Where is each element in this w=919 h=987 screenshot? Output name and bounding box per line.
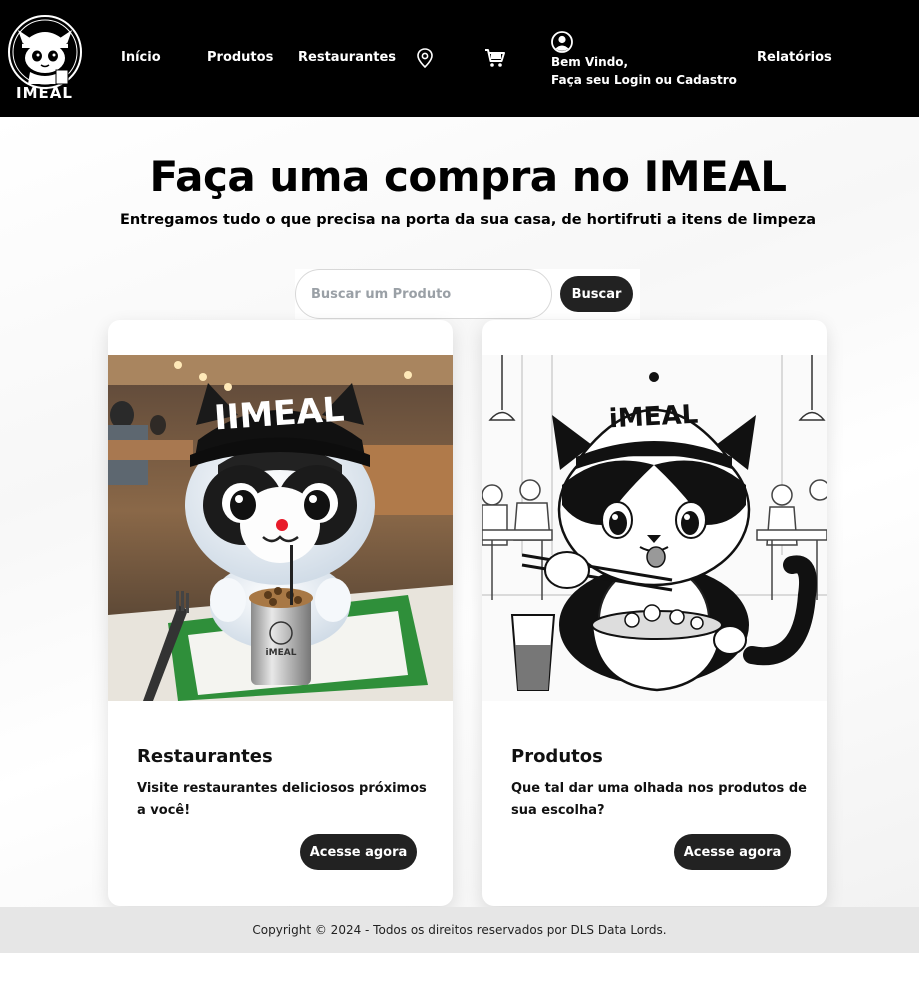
nav-produtos[interactable]: Produtos	[207, 50, 273, 65]
products-card-text: Que tal dar uma olhada nos produtos de s…	[511, 781, 807, 818]
search-button[interactable]: Buscar	[560, 276, 633, 312]
products-card-title: Produtos	[511, 746, 603, 767]
top-navbar: IMEAL Início Produtos Restaurantes Bem V…	[0, 0, 919, 117]
restaurants-card-text: Visite restaurantes deliciosos próximos …	[137, 781, 427, 818]
welcome-line-1: Bem Vindo,	[551, 55, 629, 69]
footer: Copyright © 2024 - Todos os direitos res…	[0, 907, 919, 953]
shopping-cart-icon[interactable]	[484, 48, 506, 72]
hero-subtitle: Entregamos tudo o que precisa na porta d…	[119, 212, 817, 228]
products-card: iMEAL Produtos Que tal dar uma olhada no…	[482, 320, 827, 906]
restaurants-card: IIMEAL iMEAL Restaurantes Visite restaur…	[108, 320, 453, 906]
nav-inicio[interactable]: Início	[121, 50, 161, 65]
products-card-image: iMEAL	[482, 355, 827, 701]
cup-logo-text: iMEAL	[266, 648, 297, 658]
hero-title: Faça uma compra no IMEAL	[149, 152, 787, 201]
login-link[interactable]: Bem Vindo, Faça seu Login ou Cadastro	[551, 31, 737, 89]
nav-restaurantes[interactable]: Restaurantes	[298, 50, 396, 65]
restaurants-card-title: Restaurantes	[137, 746, 273, 767]
products-access-button[interactable]: Acesse agora	[674, 834, 791, 870]
imeal-logo[interactable]: IMEAL	[6, 14, 84, 102]
search-input[interactable]	[295, 269, 552, 319]
restaurants-access-button[interactable]: Acesse agora	[300, 834, 417, 870]
user-circle-icon	[551, 31, 573, 53]
cap-logo-text-2: iMEAL	[608, 400, 699, 435]
restaurants-card-image: IIMEAL iMEAL	[108, 355, 453, 701]
welcome-line-2: Faça seu Login ou Cadastro	[551, 73, 737, 87]
location-pin-icon[interactable]	[416, 48, 434, 72]
nav-relatorios[interactable]: Relatórios	[757, 50, 832, 65]
footer-copyright: Copyright © 2024 - Todos os direitos res…	[252, 923, 667, 937]
logo-text: IMEAL	[16, 84, 73, 102]
search-bar: Buscar	[295, 269, 640, 319]
